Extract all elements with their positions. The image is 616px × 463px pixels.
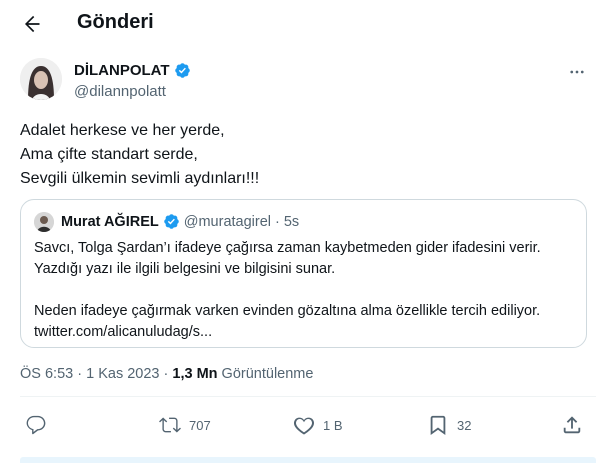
verified-badge-icon (174, 63, 190, 78)
more-button[interactable] (566, 62, 588, 82)
share-button[interactable] (561, 413, 583, 437)
quote-body: Savcı, Tolga Şardan’ı ifadeye çağırsa za… (34, 238, 579, 343)
quote-separator: · (275, 213, 280, 230)
quote-line: Neden ifadeye çağırmak varken evinden gö… (34, 303, 541, 319)
quote-author-name: Murat AĞIREL (61, 213, 159, 230)
retweet-count: 707 (189, 417, 211, 433)
bookmark-icon (430, 415, 446, 436)
tweet-date[interactable]: 1 Kas 2023 (86, 366, 159, 382)
quote-author-handle: @muratagirel (183, 213, 271, 230)
retweet-icon (159, 417, 181, 433)
like-count: 1 B (323, 417, 343, 433)
bookmark-button[interactable]: 32 (427, 413, 471, 437)
author-avatar[interactable] (20, 58, 62, 100)
quoted-tweet[interactable]: Murat AĞIREL @muratagirel · 5s Savcı, To… (20, 199, 587, 348)
bookmark-count: 32 (457, 417, 472, 433)
quote-age: 5s (283, 213, 300, 230)
avatar-image (20, 58, 62, 100)
tweet-line: Adalet herkese ve her yerde, (20, 122, 225, 139)
quote-header: Murat AĞIREL @muratagirel · 5s (61, 213, 299, 230)
tweet-line: Ama çifte standart serde, (20, 146, 198, 163)
meta-separator: · (77, 366, 83, 382)
author-name-text[interactable]: DİLANPOLAT (74, 62, 170, 79)
tweet-line: Sevgili ülkemin sevimli aydınları!!! (20, 170, 260, 187)
tweet-time[interactable]: ÖS 6:53 (20, 366, 73, 382)
author-handle[interactable]: @dilannpolatt (74, 83, 166, 100)
back-arrow-icon (25, 15, 40, 33)
quote-avatar-image (34, 212, 54, 232)
quote-link[interactable]: twitter.com/alicanuludag/s... (34, 322, 579, 343)
more-icon (570, 70, 584, 74)
views-label: Görüntülenme (221, 366, 314, 382)
quote-line: Yazdığı yazı ile ilgili belgesini ve bil… (34, 261, 336, 277)
like-icon (293, 417, 315, 435)
retweet-button[interactable]: 707 (159, 413, 211, 437)
like-button[interactable]: 1 B (293, 413, 343, 437)
share-icon (563, 416, 581, 434)
reply-icon (26, 415, 46, 435)
views-count: 1,3 Mn (172, 366, 218, 382)
meta-separator: · (163, 366, 169, 382)
reply-button[interactable] (25, 413, 55, 437)
tweet-meta: ÖS 6:53 · 1 Kas 2023 · 1,3 Mn Görüntülen… (20, 366, 313, 382)
divider (20, 396, 596, 397)
top-bar: Gönderi (0, 0, 616, 46)
author-name[interactable]: DİLANPOLAT (74, 62, 191, 79)
back-button[interactable] (18, 10, 46, 38)
page-title: Gönderi (77, 11, 154, 33)
reply-composer-edge (20, 457, 596, 463)
tweet-text: Adalet herkese ve her yerde, Ama çifte s… (20, 119, 259, 191)
verified-badge-icon (163, 214, 179, 229)
quote-line: Savcı, Tolga Şardan’ı ifadeye çağırsa za… (34, 240, 541, 256)
quote-author-avatar (34, 212, 54, 232)
